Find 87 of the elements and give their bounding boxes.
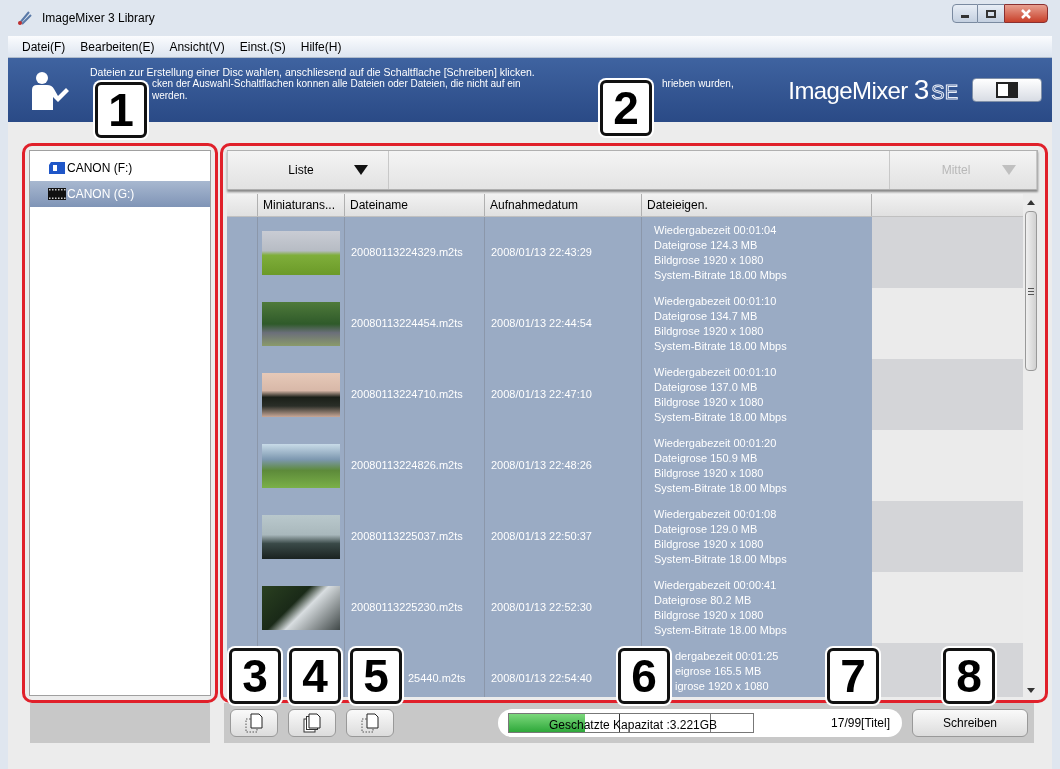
file-name: 20080113224454.m2ts bbox=[351, 316, 463, 332]
menu-item[interactable]: Ansicht(V) bbox=[169, 37, 225, 56]
instruction-text: Dateien zur Erstellung einer Disc wahlen, anschliesend auf die Schaltflache [Schreiben] klicken. bbox=[90, 66, 536, 78]
file-name: 20080113225230.m2ts bbox=[351, 600, 463, 616]
recording-date: 2008/01/13 22:50:37 bbox=[491, 529, 592, 545]
close-button[interactable] bbox=[1004, 4, 1048, 23]
callout-number: 1 bbox=[95, 82, 147, 138]
menu-item[interactable]: Hilfe(H) bbox=[300, 37, 342, 56]
file-property: System-Bitrate 18.00 Mbps bbox=[654, 339, 788, 354]
maximize-button[interactable] bbox=[978, 4, 1004, 23]
callout-number: 2 bbox=[600, 80, 652, 136]
product-logo: ImageMixer 3SE bbox=[788, 73, 958, 107]
callout-number: 5 bbox=[350, 648, 402, 704]
file-property: Dateigrose 150.9 MB bbox=[654, 451, 759, 466]
instruction-text: hrieben wurden, bbox=[662, 78, 734, 90]
source-item[interactable]: CANON (F:) bbox=[30, 155, 210, 181]
file-property: dergabezeit 00:01:25 bbox=[675, 649, 780, 664]
file-property: Dateigrose 137.0 MB bbox=[654, 380, 759, 395]
file-property: Wiedergabezeit 00:01:08 bbox=[654, 507, 778, 522]
file-property: Bildgrose 1920 x 1080 bbox=[654, 466, 765, 481]
film-icon bbox=[48, 187, 66, 201]
file-property: Bildgrose 1920 x 1080 bbox=[654, 324, 765, 339]
file-property: Wiedergabezeit 00:00:41 bbox=[654, 578, 778, 593]
pages-icon bbox=[243, 712, 265, 734]
close-icon bbox=[1021, 8, 1031, 19]
file-property: Wiedergabezeit 00:01:20 bbox=[654, 436, 778, 451]
menu-item[interactable]: Einst.(S) bbox=[239, 37, 286, 56]
callout-number: 7 bbox=[827, 648, 879, 704]
caret-icon bbox=[354, 165, 368, 175]
row-marker-cell bbox=[227, 572, 258, 643]
file-property: System-Bitrate 18.00 Mbps bbox=[654, 552, 788, 567]
recording-date: 2008/01/13 22:44:54 bbox=[491, 316, 592, 332]
file-property: System-Bitrate 18.00 Mbps bbox=[654, 410, 788, 425]
file-name: 20080113224710.m2ts bbox=[351, 387, 463, 403]
file-property: Dateigrose 134.7 MB bbox=[654, 309, 759, 324]
file-property: System-Bitrate 18.00 Mbps bbox=[654, 268, 788, 283]
file-property: Bildgrose 1920 x 1080 bbox=[654, 537, 765, 552]
file-property: Bildgrose 1920 x 1080 bbox=[654, 608, 765, 623]
app-icon bbox=[16, 9, 34, 27]
column-header[interactable]: Miniaturans... bbox=[258, 194, 345, 216]
file-name: 20080113224826.m2ts bbox=[351, 458, 463, 474]
row-marker-cell bbox=[227, 217, 258, 288]
callout-number: 6 bbox=[618, 648, 670, 704]
file-property: eigrose 165.5 MB bbox=[675, 664, 763, 679]
instruction-text: werden. bbox=[152, 90, 189, 102]
file-name: 20080113224329.m2ts bbox=[351, 245, 463, 261]
file-property: Dateigrose 124.3 MB bbox=[654, 238, 759, 253]
menu-item[interactable]: Datei(F) bbox=[22, 37, 66, 56]
column-header[interactable]: Dateiname bbox=[345, 194, 485, 216]
file-property: Bildgrose 1920 x 1080 bbox=[654, 253, 765, 268]
callout-number: 4 bbox=[289, 648, 341, 704]
recording-date: 2008/01/13 22:47:10 bbox=[491, 387, 592, 403]
recording-date: 2008/01/13 22:48:26 bbox=[491, 458, 592, 474]
file-property: Wiedergabezeit 00:01:10 bbox=[654, 294, 778, 309]
column-header[interactable]: Aufnahmedatum bbox=[485, 194, 642, 216]
scroll-thumb[interactable] bbox=[1024, 211, 1037, 371]
recording-date: 2008/01/13 22:52:30 bbox=[491, 600, 592, 616]
file-property: Dateigrose 129.0 MB bbox=[654, 522, 759, 537]
window-title: ImageMixer 3 Library bbox=[42, 10, 155, 27]
file-property: Wiedergabezeit 00:01:10 bbox=[654, 365, 778, 380]
title-count: 17/99[Titel] bbox=[831, 715, 890, 732]
view-dropdown[interactable]: Liste bbox=[227, 151, 389, 189]
write-button[interactable]: Schreiben bbox=[912, 709, 1028, 737]
file-property: igrose 1920 x 1080 bbox=[675, 679, 770, 694]
panel-icon bbox=[996, 82, 1018, 98]
pages-icon bbox=[301, 712, 323, 734]
pages-icon bbox=[359, 712, 381, 734]
recording-date: 2008/01/13 22:43:29 bbox=[491, 245, 592, 261]
scroll-down-icon bbox=[1026, 688, 1035, 693]
recording-date: 2008/01/13 22:54:40 bbox=[491, 671, 592, 687]
column-header[interactable]: Dateieigen. bbox=[642, 194, 872, 216]
scroll-up-icon bbox=[1026, 200, 1035, 205]
file-property: System-Bitrate 18.00 Mbps bbox=[654, 623, 788, 638]
memory-card-icon bbox=[48, 161, 66, 175]
select-button[interactable] bbox=[288, 709, 336, 737]
file-name: 25440.m2ts bbox=[408, 671, 466, 687]
callout-number: 8 bbox=[943, 648, 995, 704]
instruction-text: cken der Auswahl-Schaltflachen konnen alle Dateien oder Dateien, die nicht auf ein bbox=[152, 78, 522, 90]
file-property: Dateigrose 80.2 MB bbox=[654, 593, 753, 608]
file-name: 20080113225037.m2ts bbox=[351, 529, 463, 545]
caret-icon bbox=[1002, 165, 1016, 175]
layout-toggle-button[interactable] bbox=[972, 78, 1042, 102]
menu-item[interactable]: Bearbeiten(E) bbox=[80, 37, 155, 56]
minimize-button[interactable] bbox=[952, 4, 978, 23]
file-property: Wiedergabezeit 00:01:04 bbox=[654, 223, 778, 238]
file-property: System-Bitrate 18.00 Mbps bbox=[654, 481, 788, 496]
file-property: Bildgrose 1920 x 1080 bbox=[654, 395, 765, 410]
